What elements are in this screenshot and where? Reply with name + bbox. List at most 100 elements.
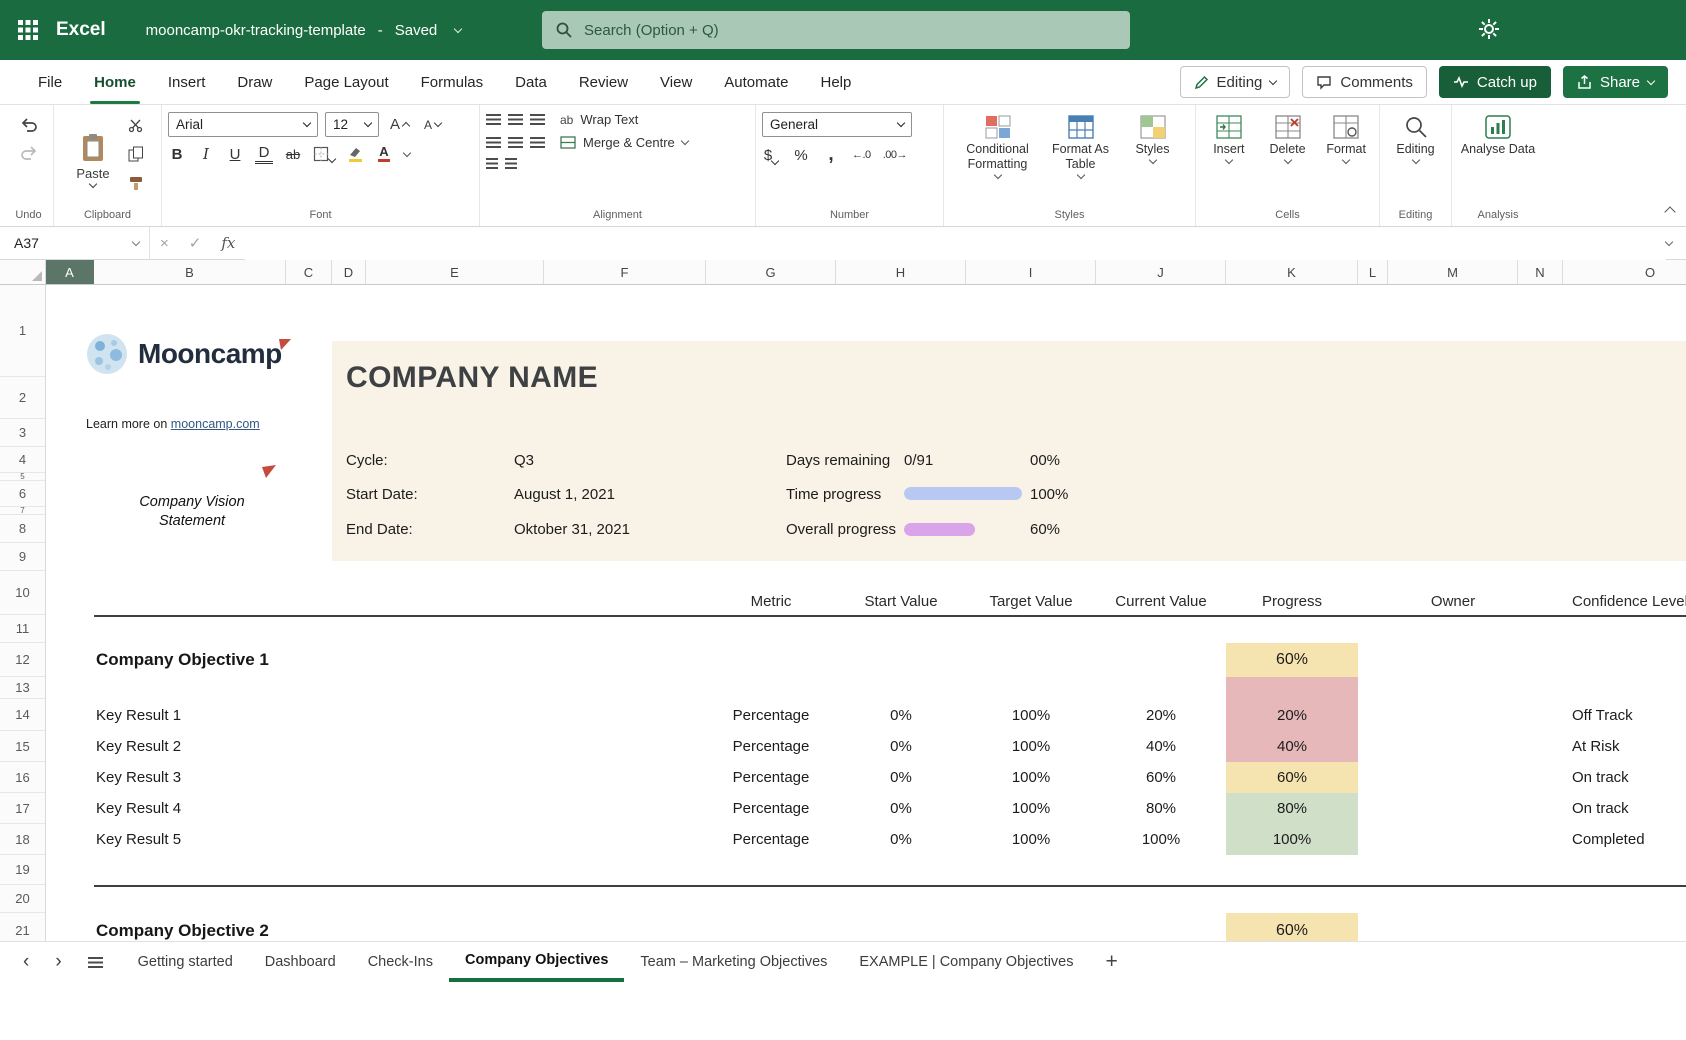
cut-button[interactable] xyxy=(124,116,147,135)
key-result-1-current[interactable]: 20% xyxy=(1096,699,1226,731)
document-title[interactable]: mooncamp-okr-tracking-template - Saved xyxy=(146,22,462,39)
days-remaining-label[interactable]: Days remaining xyxy=(786,447,904,473)
row-header-2[interactable]: 2 xyxy=(0,377,45,419)
copy-button[interactable] xyxy=(124,144,148,164)
key-result-2-current[interactable]: 40% xyxy=(1096,731,1226,762)
cycle-value[interactable]: Q3 xyxy=(514,447,724,473)
key-result-1-target[interactable]: 100% xyxy=(966,699,1096,731)
column-header-n[interactable]: N xyxy=(1518,260,1563,284)
paste-button[interactable]: Paste xyxy=(67,112,118,207)
column-header-j[interactable]: J xyxy=(1096,260,1226,284)
row-header-14[interactable]: 14 xyxy=(0,699,45,731)
row-header-11[interactable]: 11 xyxy=(0,615,45,643)
percent-format-button[interactable]: % xyxy=(792,147,810,164)
double-underline-button[interactable]: D xyxy=(255,144,273,164)
header-confidence-level[interactable]: Confidence Level xyxy=(1563,571,1686,615)
tab-data[interactable]: Data xyxy=(499,60,563,104)
column-header-f[interactable]: F xyxy=(544,260,706,284)
tab-insert[interactable]: Insert xyxy=(152,60,222,104)
comma-format-button[interactable]: , xyxy=(822,144,840,166)
confirm-entry-button[interactable]: ✓ xyxy=(179,234,212,252)
key-result-1-confidence[interactable]: Off Track xyxy=(1563,699,1686,731)
key-result-4-metric[interactable]: Percentage xyxy=(706,793,836,824)
key-result-2-target[interactable]: 100% xyxy=(966,731,1096,762)
company-vision-statement[interactable]: Company VisionStatement xyxy=(124,493,260,531)
tab-review[interactable]: Review xyxy=(563,60,644,104)
align-center-button[interactable] xyxy=(508,137,523,148)
tab-file[interactable]: File xyxy=(22,60,78,104)
overall-progress-label[interactable]: Overall progress xyxy=(786,515,904,543)
row-header-16[interactable]: 16 xyxy=(0,762,45,793)
column-header-k[interactable]: K xyxy=(1226,260,1358,284)
tab-home[interactable]: Home xyxy=(78,60,152,104)
objective-1-progress-cell[interactable]: 60% xyxy=(1226,643,1358,677)
column-header-i[interactable]: I xyxy=(966,260,1096,284)
key-result-3-progress-cell[interactable]: 60% xyxy=(1226,762,1358,793)
font-color-dropdown-icon[interactable] xyxy=(403,148,411,156)
redo-button[interactable] xyxy=(16,144,42,163)
catch-up-button[interactable]: Catch up xyxy=(1439,66,1551,98)
end-date-label[interactable]: End Date: xyxy=(346,515,496,543)
next-sheet-button[interactable]: › xyxy=(42,951,74,973)
key-result-3-metric[interactable]: Percentage xyxy=(706,762,836,793)
key-result-1-progress-cell[interactable]: 20% xyxy=(1226,699,1358,731)
cancel-entry-button[interactable]: × xyxy=(150,235,179,252)
row-header-15[interactable]: 15 xyxy=(0,731,45,762)
key-result-5-progress-cell[interactable]: 100% xyxy=(1226,824,1358,855)
borders-button[interactable] xyxy=(313,146,335,162)
collapse-ribbon-button[interactable] xyxy=(1664,206,1675,217)
sheet-list-button[interactable] xyxy=(75,957,116,968)
key-result-1-start[interactable]: 0% xyxy=(836,699,966,731)
sheet-tab-check-ins[interactable]: Check-Ins xyxy=(352,942,449,982)
undo-button[interactable] xyxy=(16,116,42,135)
strikethrough-button[interactable]: ab xyxy=(284,147,302,162)
tab-draw[interactable]: Draw xyxy=(221,60,288,104)
merge-centre-button[interactable]: Merge & Centre xyxy=(583,135,675,150)
start-date-label[interactable]: Start Date: xyxy=(346,481,496,507)
insert-function-button[interactable]: fx xyxy=(211,234,245,252)
wrap-text-button[interactable]: Wrap Text xyxy=(580,112,638,127)
decrease-decimal-button[interactable]: .00→ xyxy=(883,149,907,161)
key-result-5-label[interactable]: Key Result 5 xyxy=(94,824,286,855)
key-result-2-confidence[interactable]: At Risk xyxy=(1563,731,1686,762)
header-owner[interactable]: Owner xyxy=(1388,571,1518,615)
tab-automate[interactable]: Automate xyxy=(708,60,804,104)
name-box[interactable]: A37 xyxy=(0,227,150,259)
key-result-5-start[interactable]: 0% xyxy=(836,824,966,855)
row-header-12[interactable]: 12 xyxy=(0,643,45,677)
key-result-5-target[interactable]: 100% xyxy=(966,824,1096,855)
row-header-8[interactable]: 8 xyxy=(0,515,45,543)
sheet-tab-example-company-objectives[interactable]: EXAMPLE | Company Objectives xyxy=(843,942,1089,982)
objective-1-label[interactable]: Company Objective 1 xyxy=(94,643,286,677)
editing-menu-button[interactable]: Editing xyxy=(1386,112,1445,207)
analyse-data-button[interactable]: Analyse Data xyxy=(1458,112,1538,207)
select-all-button[interactable] xyxy=(0,260,46,284)
add-sheet-button[interactable]: + xyxy=(1090,942,1134,982)
tab-page-layout[interactable]: Page Layout xyxy=(288,60,404,104)
format-cells-button[interactable]: Format xyxy=(1319,112,1373,207)
format-as-table-button[interactable]: Format As Table xyxy=(1042,112,1120,207)
key-result-1-metric[interactable]: Percentage xyxy=(706,699,836,731)
key-result-5-confidence[interactable]: Completed xyxy=(1563,824,1686,855)
row-header-19[interactable]: 19 xyxy=(0,855,45,885)
decrease-indent-button[interactable] xyxy=(486,158,498,169)
tab-view[interactable]: View xyxy=(644,60,708,104)
align-bottom-button[interactable] xyxy=(530,114,545,125)
key-result-5-current[interactable]: 100% xyxy=(1096,824,1226,855)
editing-mode-button[interactable]: Editing xyxy=(1180,66,1291,98)
search-bar[interactable] xyxy=(542,11,1130,49)
column-header-g[interactable]: G xyxy=(706,260,836,284)
underline-button[interactable]: U xyxy=(226,146,244,163)
key-result-2-progress-cell[interactable]: 40% xyxy=(1226,731,1358,762)
cycle-label[interactable]: Cycle: xyxy=(346,447,496,473)
grow-font-button[interactable]: A xyxy=(386,114,413,135)
font-size-select[interactable]: 12 xyxy=(325,112,379,137)
column-header-h[interactable]: H xyxy=(836,260,966,284)
row-header-5[interactable]: 5 xyxy=(0,473,45,481)
cell-styles-button[interactable]: Styles xyxy=(1125,112,1181,207)
row-header-6[interactable]: 6 xyxy=(0,481,45,507)
merge-dropdown-icon[interactable] xyxy=(681,137,689,145)
header-metric[interactable]: Metric xyxy=(706,571,836,615)
key-result-3-start[interactable]: 0% xyxy=(836,762,966,793)
key-result-4-confidence[interactable]: On track xyxy=(1563,793,1686,824)
